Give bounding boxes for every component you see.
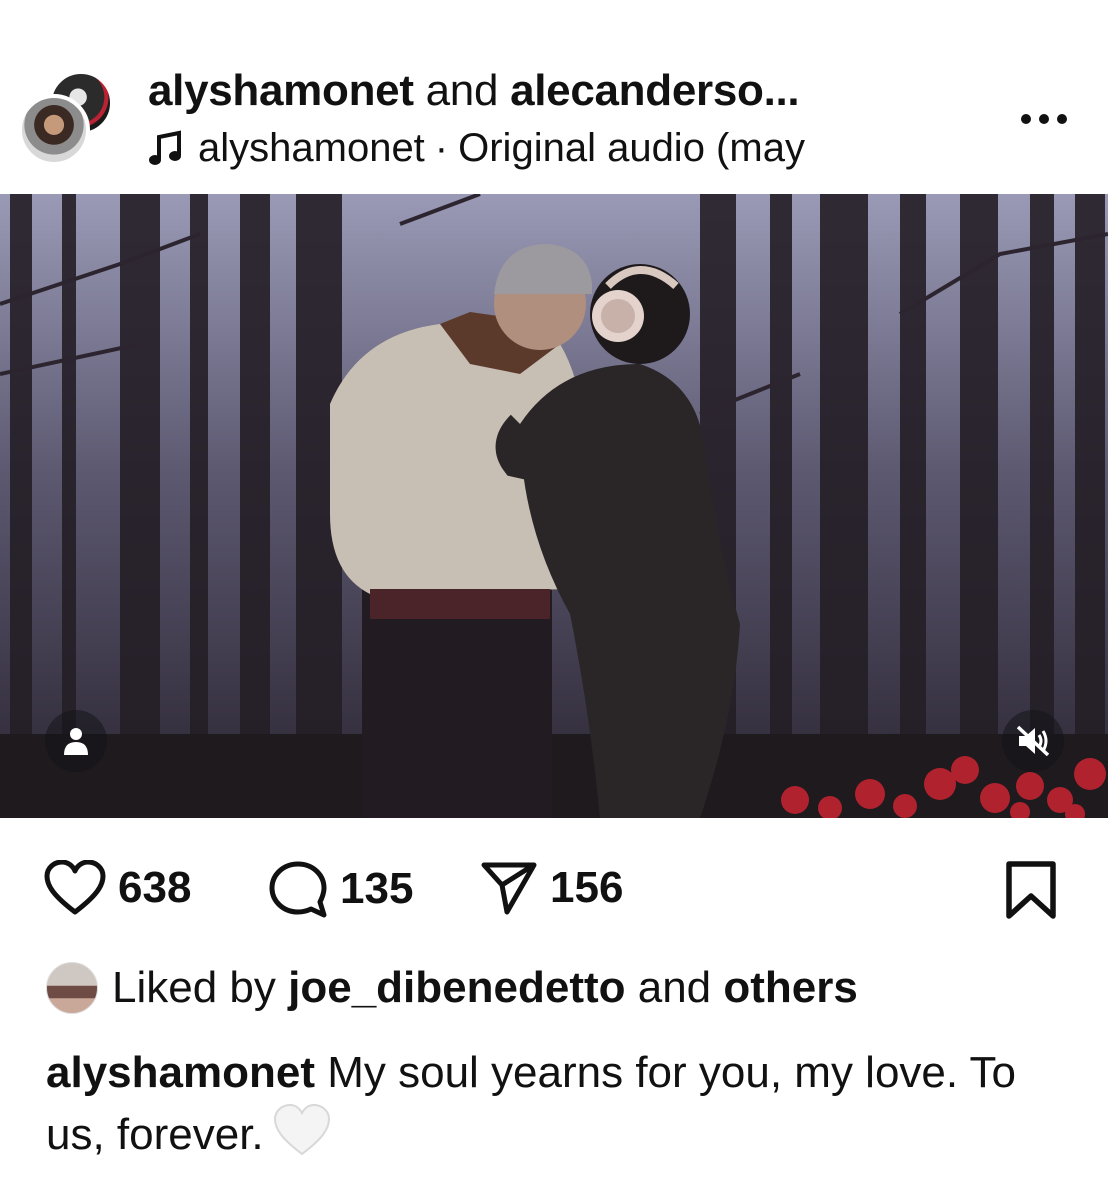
bookmark-icon[interactable] xyxy=(1004,860,1058,920)
audio-label: Original audio (may xyxy=(458,126,805,170)
heart-icon xyxy=(44,860,106,915)
audio-link[interactable]: alyshamonet · Original audio (may xyxy=(148,126,805,171)
post-actions: 638 135 156 xyxy=(0,818,1108,958)
liked-by-prefix: Liked by xyxy=(112,963,276,1012)
music-note-icon xyxy=(149,130,181,165)
white-heart-emoji xyxy=(272,1102,332,1173)
more-options-icon[interactable] xyxy=(1016,104,1072,134)
comment-count: 135 xyxy=(340,864,414,913)
share-button[interactable]: 156 xyxy=(480,860,623,916)
post-title: alyshamonet and alecanderso... xyxy=(148,66,800,116)
collaborator-username[interactable]: alecanderso... xyxy=(510,66,800,115)
like-button[interactable]: 638 xyxy=(44,860,191,916)
send-icon xyxy=(481,862,537,915)
tagged-people-button[interactable] xyxy=(45,710,107,772)
avatar-author[interactable] xyxy=(18,94,90,166)
mute-button[interactable] xyxy=(1002,710,1064,772)
muted-speaker-icon xyxy=(1016,725,1050,757)
tagged-people-icon xyxy=(64,728,88,755)
liked-by-others[interactable]: others xyxy=(723,963,857,1013)
post-caption: alyshamonet My soul yearns for you, my l… xyxy=(46,1044,1076,1173)
share-count: 156 xyxy=(550,863,624,912)
title-and: and xyxy=(425,66,499,115)
caption-username[interactable]: alyshamonet xyxy=(46,1048,315,1097)
post-header: alyshamonet and alecanderso... alyshamon… xyxy=(0,0,1108,194)
comment-icon xyxy=(269,861,327,918)
like-count: 638 xyxy=(118,863,192,912)
liker-username[interactable]: joe_dibenedetto xyxy=(288,963,625,1013)
audio-username: alyshamonet xyxy=(198,126,425,170)
collab-avatars[interactable] xyxy=(18,70,114,166)
post-media[interactable] xyxy=(0,194,1108,818)
video-frame xyxy=(0,194,1108,818)
liked-by-and: and xyxy=(637,963,712,1012)
audio-separator: · xyxy=(434,126,449,170)
liker-avatar[interactable] xyxy=(46,962,98,1014)
liked-by-row[interactable]: Liked by joe_dibenedetto and others xyxy=(46,962,858,1014)
author-username[interactable]: alyshamonet xyxy=(148,66,414,115)
comment-button[interactable]: 135 xyxy=(268,860,413,918)
